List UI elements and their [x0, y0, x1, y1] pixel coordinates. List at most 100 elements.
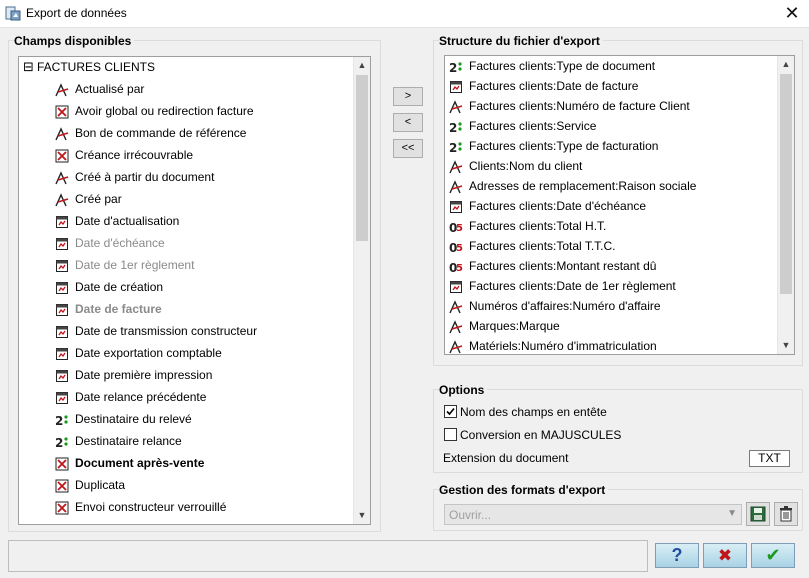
list-item-label: Factures clients:Date de 1er règlement	[469, 279, 676, 293]
list-item[interactable]: Date exportation comptable	[19, 343, 353, 365]
text-field-icon	[55, 193, 69, 207]
scroll-down-icon[interactable]: ▼	[354, 507, 370, 524]
scroll-down-icon[interactable]: ▼	[778, 337, 794, 354]
text-field-icon	[449, 340, 463, 354]
trash-icon	[780, 506, 792, 522]
uppercase-label: Conversion en MAJUSCULES	[460, 428, 622, 442]
date-field-icon	[55, 281, 69, 295]
list-item[interactable]: Date première impression	[19, 365, 353, 387]
scroll-up-icon[interactable]: ▲	[354, 57, 370, 74]
help-button[interactable]: ?	[655, 543, 699, 568]
list-item[interactable]: Numéros d'affaires:Numéro d'affaire	[445, 297, 777, 317]
close-icon[interactable]: ✕	[775, 0, 809, 28]
list-item[interactable]: Date de transmission constructeur	[19, 321, 353, 343]
date-field-icon	[449, 80, 463, 94]
formats-combo-value: Ouvrir...	[449, 508, 492, 522]
list-item-label: Numéros d'affaires:Numéro d'affaire	[469, 299, 661, 313]
tree-root[interactable]: ⊟ FACTURES CLIENTS	[19, 57, 353, 79]
scroll-up-icon[interactable]: ▲	[778, 56, 794, 73]
list-item-label: Marques:Marque	[469, 319, 560, 333]
boolean-field-icon	[55, 149, 69, 163]
list-item[interactable]: Factures clients:Date de 1er règlement	[445, 277, 777, 297]
list-item-label: Date de 1er règlement	[75, 258, 195, 272]
boolean-field-icon	[55, 457, 69, 471]
help-icon: ?	[671, 545, 683, 565]
chevron-down-icon: ▼	[727, 508, 737, 519]
cancel-button[interactable]: ✖	[703, 543, 747, 568]
list-item-label: Factures clients:Date de facture	[469, 79, 639, 93]
tree-root-label: FACTURES CLIENTS	[37, 60, 156, 74]
remove-field-button[interactable]: <	[393, 113, 423, 132]
save-format-button[interactable]	[746, 502, 770, 526]
list-item-label: Date exportation comptable	[75, 346, 222, 360]
list-item[interactable]: 0 5 Factures clients:Total H.T.	[445, 217, 777, 237]
list-item-label: Date de facture	[75, 302, 162, 316]
list-item[interactable]: 2 Factures clients:Type de facturation	[445, 137, 777, 157]
delete-format-button[interactable]	[774, 502, 798, 526]
list-item[interactable]: 2 Destinataire du relevé	[19, 409, 353, 431]
svg-text:5: 5	[456, 223, 463, 234]
list-item[interactable]: 2 Factures clients:Type de document	[445, 57, 777, 77]
list-item[interactable]: Factures clients:Numéro de facture Clien…	[445, 97, 777, 117]
available-fields-list[interactable]: ⊟ FACTURES CLIENTS Actualisé par Avoir gl…	[18, 56, 371, 525]
decimal-field-icon: 05	[449, 240, 463, 255]
list-item[interactable]: Matériels:Numéro d'immatriculation	[445, 337, 777, 354]
date-field-icon	[449, 280, 463, 294]
list-item-label: Factures clients:Type de facturation	[469, 139, 659, 153]
list-item[interactable]: Date relance précédente	[19, 387, 353, 409]
list-item[interactable]: Duplicata	[19, 475, 353, 497]
add-field-button[interactable]: >	[393, 87, 423, 106]
list-item[interactable]: Adresses de remplacement:Raison sociale	[445, 177, 777, 197]
list-item[interactable]: 2 Factures clients:Service	[445, 117, 777, 137]
text-field-icon	[449, 100, 463, 114]
list-item[interactable]: 0 5 Factures clients:Montant restant dû	[445, 257, 777, 277]
list-item[interactable]: Créé par	[19, 189, 353, 211]
list-item[interactable]: Bon de commande de référence	[19, 123, 353, 145]
list-item-label: Factures clients:Type de document	[469, 59, 656, 73]
remove-all-fields-button[interactable]: <<	[393, 139, 423, 158]
list-item[interactable]: Date d'échéance	[19, 233, 353, 255]
formats-combo[interactable]: Ouvrir... ▼	[444, 504, 742, 525]
list-item-label: Créance irrécouvrable	[75, 148, 194, 162]
header-names-checkbox[interactable]	[444, 405, 457, 418]
date-field-icon	[55, 215, 69, 229]
list-item[interactable]: Date de création	[19, 277, 353, 299]
list-item[interactable]: Marques:Marque	[445, 317, 777, 337]
list-item[interactable]: Envoi constructeur verrouillé	[19, 497, 353, 519]
uppercase-checkbox[interactable]	[444, 428, 457, 441]
ok-button[interactable]: ✔	[751, 543, 795, 568]
extension-input[interactable]: TXT	[749, 450, 790, 467]
list-item-label: Factures clients:Montant restant dû	[469, 259, 657, 273]
list-item-label: Date relance précédente	[75, 390, 207, 404]
svg-text:5: 5	[456, 263, 463, 274]
date-field-icon	[55, 369, 69, 383]
list-item[interactable]: Créé à partir du document	[19, 167, 353, 189]
list-item-label: Date d'échéance	[75, 236, 165, 250]
list-item[interactable]: 0 5 Factures clients:Total T.T.C.	[445, 237, 777, 257]
list-item[interactable]: Actualisé par	[19, 79, 353, 101]
tree-expander-icon[interactable]: ⊟	[23, 59, 34, 75]
integer-field-icon: 2	[55, 413, 69, 428]
scrollbar-thumb[interactable]	[356, 75, 368, 241]
scrollbar-thumb[interactable]	[780, 74, 792, 294]
date-field-icon	[55, 325, 69, 339]
list-item[interactable]: Document après-vente	[19, 453, 353, 475]
cancel-icon: ✖	[717, 546, 733, 565]
list-item[interactable]: Factures clients:Date de facture	[445, 77, 777, 97]
header-names-label: Nom des champs en entête	[460, 405, 607, 419]
list-item[interactable]: Factures clients:Date d'échéance	[445, 197, 777, 217]
available-fields-scrollbar[interactable]: ▲ ▼	[353, 57, 370, 524]
list-item[interactable]: 2 Destinataire relance	[19, 431, 353, 453]
list-item[interactable]: Clients:Nom du client	[445, 157, 777, 177]
list-item[interactable]: Créance irrécouvrable	[19, 145, 353, 167]
list-item-label: Adresses de remplacement:Raison sociale	[469, 179, 697, 193]
text-field-icon	[55, 83, 69, 97]
list-item[interactable]: Avoir global ou redirection facture	[19, 101, 353, 123]
list-item-label: Avoir global ou redirection facture	[75, 104, 254, 118]
list-item[interactable]: Date d'actualisation	[19, 211, 353, 233]
export-structure-scrollbar[interactable]: ▲ ▼	[777, 56, 794, 354]
export-structure-list[interactable]: 2 Factures clients:Type de document Factur…	[444, 55, 795, 355]
list-item[interactable]: Date de 1er règlement	[19, 255, 353, 277]
list-item-label: Créé par	[75, 192, 122, 206]
list-item[interactable]: Date de facture	[19, 299, 353, 321]
